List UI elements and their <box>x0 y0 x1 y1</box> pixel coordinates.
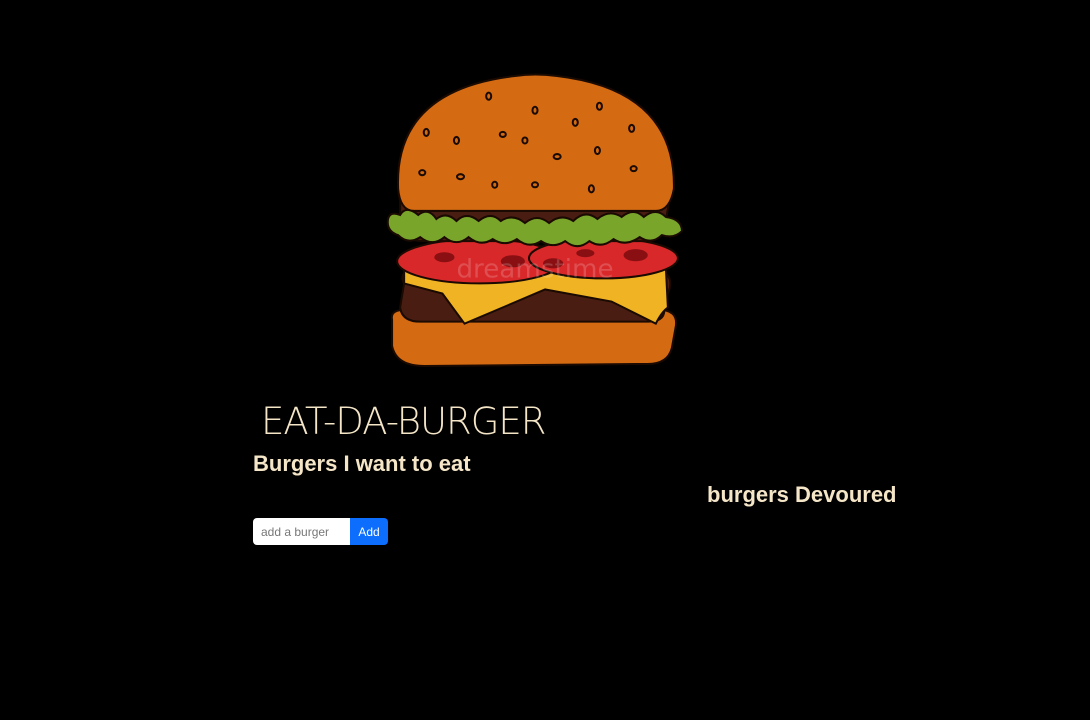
watermark: dreamstime <box>456 254 613 284</box>
burgers-devoured-heading: burgers Devoured <box>707 482 897 507</box>
burgers-to-eat-heading: Burgers I want to eat <box>253 451 471 476</box>
top-bun <box>397 73 675 212</box>
burger-name-input[interactable] <box>253 518 350 545</box>
page: dreamstime EAT-DA-BURGER Burgers I want … <box>0 0 1090 720</box>
add-burger-button[interactable]: Add <box>350 518 388 545</box>
add-burger-form: Add <box>253 518 388 545</box>
app-title: EAT-DA-BURGER <box>261 400 547 443</box>
burger-image: dreamstime <box>386 73 683 367</box>
